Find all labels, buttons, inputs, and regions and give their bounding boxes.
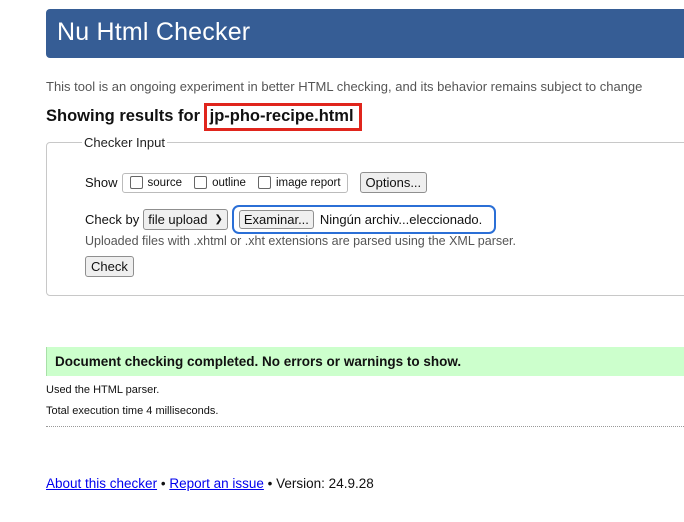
report-issue-link[interactable]: Report an issue [169,476,264,491]
check-by-row: Check by file upload ❯ Examinar... Ningú… [85,205,497,234]
check-by-select[interactable]: file upload ❯ [143,209,228,230]
version-text: Version: 24.9.28 [276,476,374,491]
image-report-checkbox[interactable] [257,176,271,189]
show-options-group: source outline image report [121,172,348,193]
check-button[interactable]: Check [85,256,134,277]
divider [46,426,684,427]
results-prefix: Showing results for [46,107,201,125]
browse-button[interactable]: Examinar... [238,210,314,229]
file-name-text: Ningún archiv...eleccionado. [319,212,483,227]
timing-note: Total execution time 4 milliseconds. [46,405,219,417]
parser-note: Used the HTML parser. [46,384,160,396]
show-label: Show [85,175,118,190]
checker-input-legend: Checker Input [82,135,167,150]
header-banner: Nu Html Checker [46,9,684,58]
outline-checkbox[interactable] [194,176,208,189]
check-by-label: Check by [85,212,140,227]
intro-text: This tool is an ongoing experiment in be… [46,79,643,94]
show-row: Show source outline image report Options… [85,172,428,193]
footer-separator: • [267,476,273,491]
about-link[interactable]: About this checker [46,476,157,491]
footer: About this checker • Report an issue • V… [46,476,374,491]
source-checkbox[interactable] [129,176,143,189]
chevron-down-icon: ❯ [214,214,223,225]
image-report-checkbox-label[interactable]: image report [276,177,341,189]
outline-checkbox-label[interactable]: outline [212,177,246,189]
upload-hint: Uploaded files with .xhtml or .xht exten… [85,234,517,248]
success-message: Document checking completed. No errors o… [46,347,684,376]
source-checkbox-label[interactable]: source [148,177,183,189]
results-heading: Showing results for jp-pho-recipe.html [46,103,362,131]
file-upload-input[interactable]: Examinar... Ningún archiv...eleccionado. [231,205,497,234]
check-by-value: file upload [148,212,208,227]
results-document-name: jp-pho-recipe.html [203,103,362,131]
options-button[interactable]: Options... [359,172,428,193]
footer-separator: • [160,476,166,491]
page-title: Nu Html Checker [57,18,251,46]
